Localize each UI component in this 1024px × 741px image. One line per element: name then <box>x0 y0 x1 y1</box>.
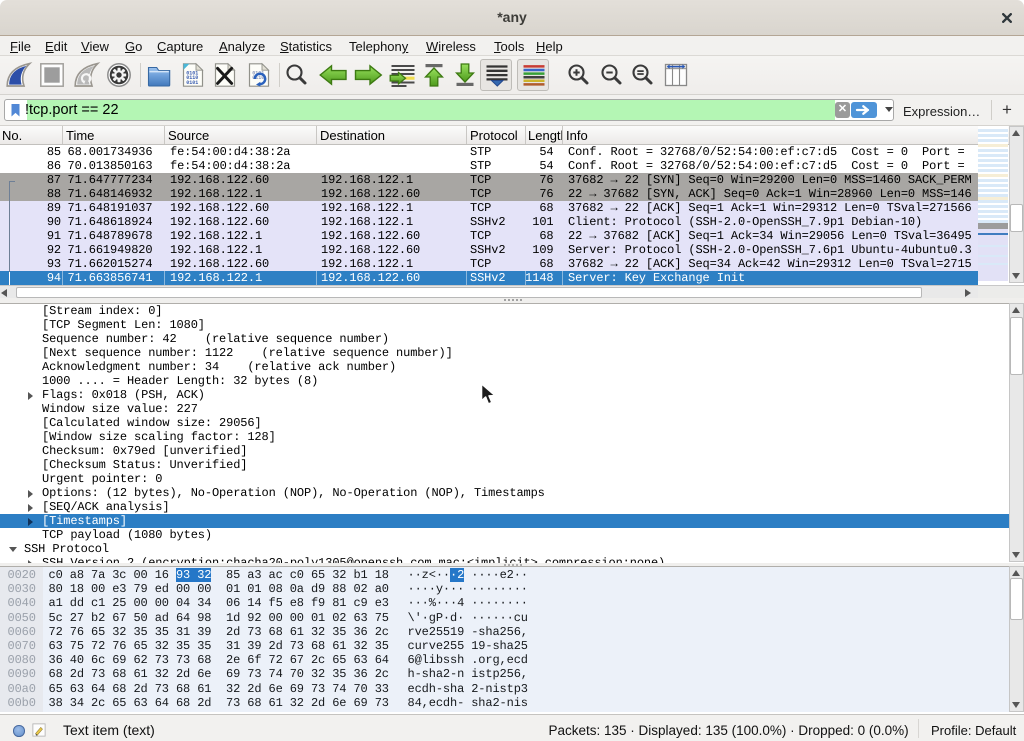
svg-text:0101: 0101 <box>186 80 198 86</box>
